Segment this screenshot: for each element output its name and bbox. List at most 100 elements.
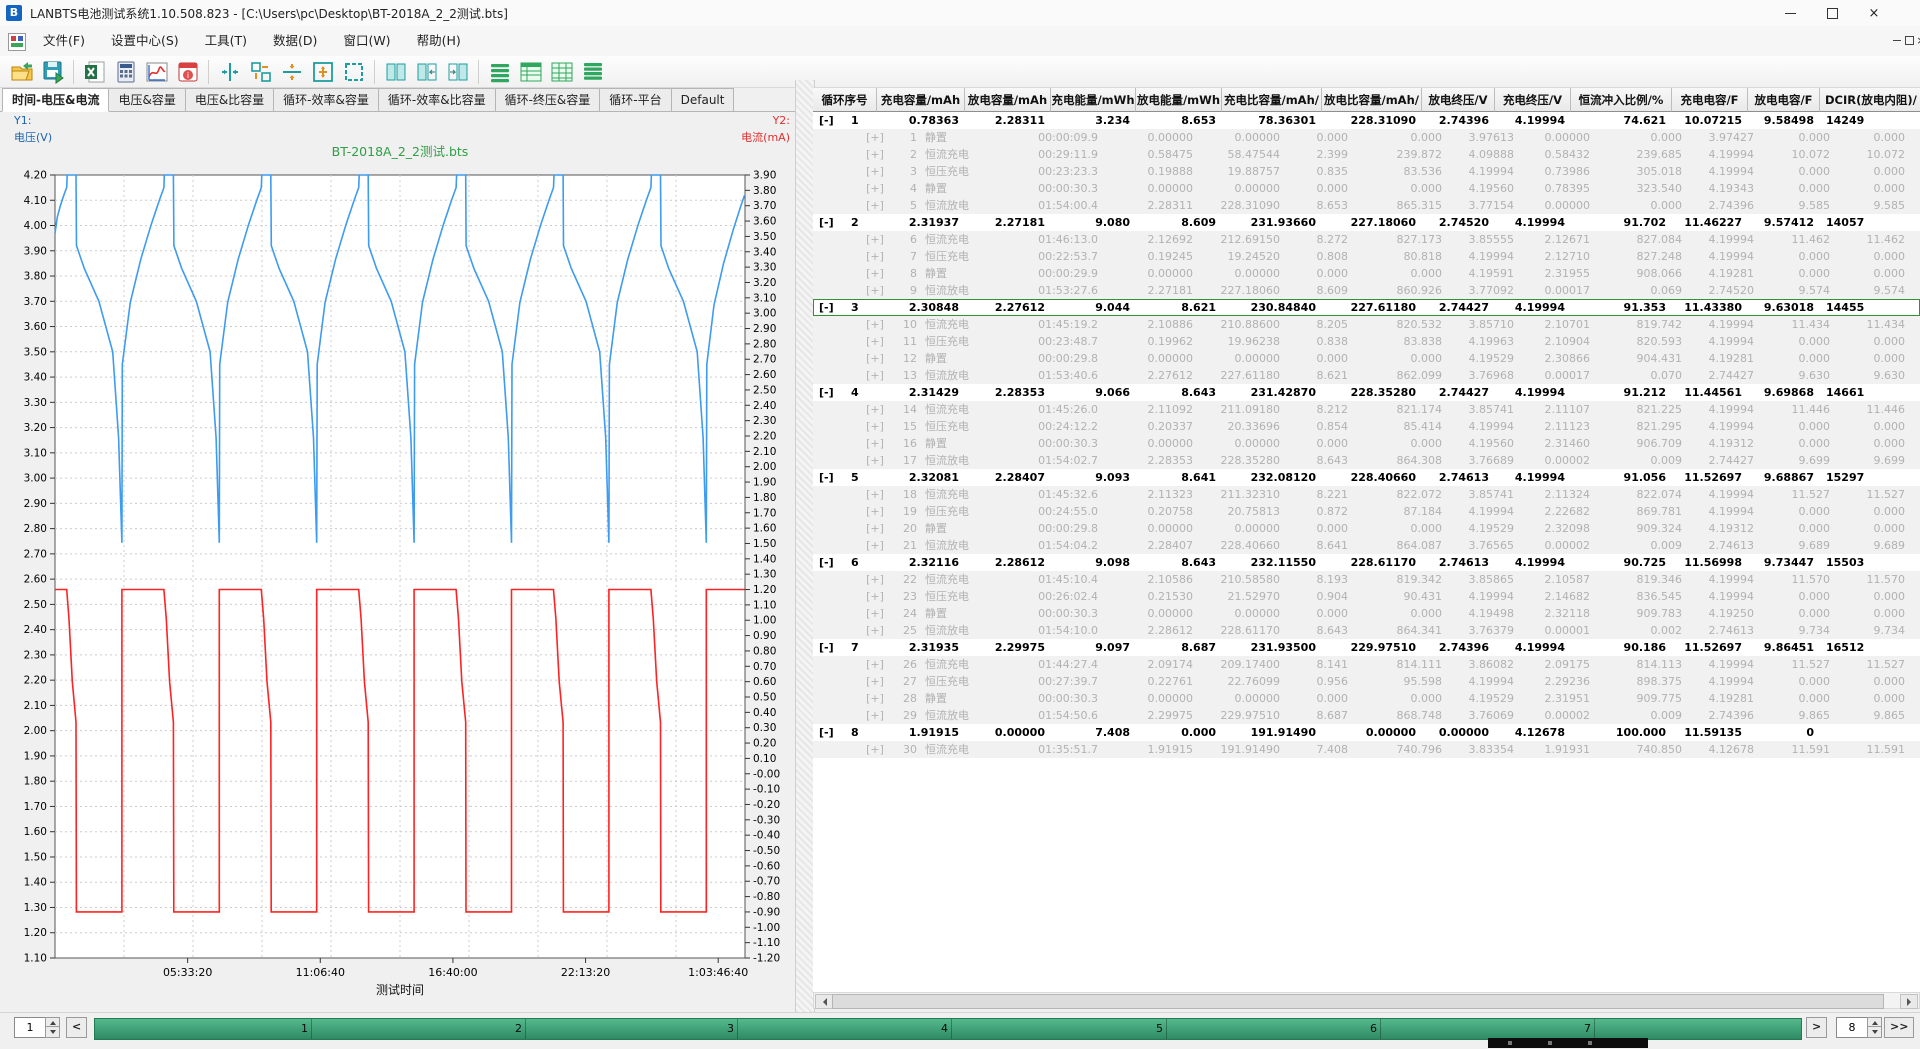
expand-icon[interactable]: [+] bbox=[863, 537, 887, 554]
restore-icon[interactable] bbox=[1812, 0, 1852, 26]
minimize-icon[interactable] bbox=[1770, 0, 1810, 26]
step-row[interactable]: [+]21恒流放电01:54:04.22.28407228.406608.641… bbox=[813, 537, 1920, 554]
left-cycle-spinner[interactable]: 1 bbox=[14, 1017, 46, 1038]
tab-default[interactable]: Default bbox=[671, 88, 735, 112]
step-row[interactable]: [+]19恒压充电00:24:55.00.2075820.758130.8728… bbox=[813, 503, 1920, 520]
expand-icon[interactable]: [+] bbox=[863, 248, 887, 265]
expand-icon[interactable]: [+] bbox=[863, 673, 887, 690]
collapse-icon[interactable]: [-] bbox=[819, 112, 841, 129]
step-row[interactable]: [+]25恒流放电01:54:10.02.28612228.611708.643… bbox=[813, 622, 1920, 639]
step-row[interactable]: [+]15恒压充电00:24:12.20.2033720.336960.8548… bbox=[813, 418, 1920, 435]
expand-icon[interactable]: [+] bbox=[863, 520, 887, 537]
scroll-left-icon[interactable] bbox=[815, 994, 833, 1009]
step-row[interactable]: [+]3恒压充电00:23:23.30.1988819.887570.83583… bbox=[813, 163, 1920, 180]
tab-1[interactable]: 电压&容量 bbox=[108, 88, 185, 112]
header-cell-9[interactable]: 恒流冲入比例/% bbox=[1571, 88, 1672, 112]
step-row[interactable]: [+]27恒压充电00:27:39.70.2276122.760990.9569… bbox=[813, 673, 1920, 690]
header-cell-8[interactable]: 充电终压/V bbox=[1495, 88, 1571, 112]
expand-icon[interactable]: [+] bbox=[863, 690, 887, 707]
expand-icon[interactable]: [+] bbox=[863, 350, 887, 367]
header-cell-3[interactable]: 充电能量/mWh bbox=[1051, 88, 1136, 112]
table-horizontal-scrollbar[interactable] bbox=[813, 992, 1920, 1009]
step-row[interactable]: [+]10恒流充电01:45:19.22.10886210.886008.205… bbox=[813, 316, 1920, 333]
step-row[interactable]: [+]22恒流充电01:45:10.42.10586210.585808.193… bbox=[813, 571, 1920, 588]
last-page-button[interactable]: >> bbox=[1884, 1017, 1914, 1038]
cycle-row[interactable]: [-]81.919150.000007.4080.000191.914900.0… bbox=[813, 724, 1920, 741]
scroll-right-icon[interactable] bbox=[1900, 994, 1918, 1009]
doc-close-icon[interactable]: × bbox=[1908, 30, 1920, 50]
step-row[interactable]: [+]14恒流充电01:45:26.02.11092211.091808.212… bbox=[813, 401, 1920, 418]
cycle-row[interactable]: [-]22.319372.271819.0808.609231.93660227… bbox=[813, 214, 1920, 231]
header-cell-2[interactable]: 放电容量/mAh bbox=[965, 88, 1051, 112]
tab-6[interactable]: 循环-平台 bbox=[599, 88, 671, 112]
right-cycle-spinner[interactable]: 8 bbox=[1836, 1017, 1868, 1038]
right-spinner-down-icon[interactable] bbox=[1867, 1026, 1882, 1038]
step-row[interactable]: [+]18恒流充电01:45:32.62.11323211.323108.221… bbox=[813, 486, 1920, 503]
step-row[interactable]: [+]26恒流充电01:44:27.42.09174209.174008.141… bbox=[813, 656, 1920, 673]
expand-icon[interactable]: [+] bbox=[863, 503, 887, 520]
next-page-button[interactable]: > bbox=[1806, 1017, 1827, 1038]
expand-icon[interactable]: [+] bbox=[863, 367, 887, 384]
cycle-row[interactable]: [-]32.308482.276129.0448.621230.84840227… bbox=[813, 299, 1920, 316]
cycle-row[interactable]: [-]52.320812.284079.0938.641232.08120228… bbox=[813, 469, 1920, 486]
expand-icon[interactable]: [+] bbox=[863, 146, 887, 163]
collapse-icon[interactable]: [-] bbox=[819, 214, 841, 231]
expand-icon[interactable]: [+] bbox=[863, 571, 887, 588]
step-row[interactable]: [+]5恒流放电01:54:00.42.28311228.310908.6538… bbox=[813, 197, 1920, 214]
step-row[interactable]: [+]1静置00:00:09.90.000000.000000.0000.000… bbox=[813, 129, 1920, 146]
expand-icon[interactable]: [+] bbox=[863, 282, 887, 299]
cycle-row[interactable]: [-]42.314292.283539.0668.643231.42870228… bbox=[813, 384, 1920, 401]
header-cell-10[interactable]: 充电电容/F bbox=[1672, 88, 1748, 112]
collapse-icon[interactable]: [-] bbox=[819, 469, 841, 486]
tab-2[interactable]: 电压&比容量 bbox=[185, 88, 274, 112]
collapse-icon[interactable]: [-] bbox=[819, 554, 841, 571]
header-cell-5[interactable]: 充电比容量/mAh/ bbox=[1222, 88, 1322, 112]
step-row[interactable]: [+]8静置00:00:29.90.000000.000000.0000.000… bbox=[813, 265, 1920, 282]
step-row[interactable]: [+]11恒压充电00:23:48.70.1996219.962380.8388… bbox=[813, 333, 1920, 350]
step-row[interactable]: [+]24静置00:00:30.30.000000.000000.0000.00… bbox=[813, 605, 1920, 622]
header-cell-11[interactable]: 放电电容/F bbox=[1748, 88, 1820, 112]
cycle-range-bar[interactable]: 1234567 bbox=[94, 1018, 1802, 1040]
expand-icon[interactable]: [+] bbox=[863, 129, 887, 146]
expand-icon[interactable]: [+] bbox=[863, 401, 887, 418]
header-cell-1[interactable]: 充电容量/mAh bbox=[877, 88, 965, 112]
tab-0[interactable]: 时间-电压&电流 bbox=[2, 88, 109, 112]
step-row[interactable]: [+]20静置00:00:29.80.000000.000000.0000.00… bbox=[813, 520, 1920, 537]
cycle-row[interactable]: [-]72.319352.299759.0978.687231.93500229… bbox=[813, 639, 1920, 656]
step-row[interactable]: [+]16静置00:00:30.30.000000.000000.0000.00… bbox=[813, 435, 1920, 452]
expand-icon[interactable]: [+] bbox=[863, 163, 887, 180]
step-row[interactable]: [+]9恒流放电01:53:27.62.27181227.180608.6098… bbox=[813, 282, 1920, 299]
left-spinner-down-icon[interactable] bbox=[45, 1026, 60, 1038]
step-row[interactable]: [+]29恒流放电01:54:50.62.29975229.975108.687… bbox=[813, 707, 1920, 724]
expand-icon[interactable]: [+] bbox=[863, 265, 887, 282]
expand-icon[interactable]: [+] bbox=[863, 197, 887, 214]
expand-icon[interactable]: [+] bbox=[863, 231, 887, 248]
step-row[interactable]: [+]12静置00:00:29.80.000000.000000.0000.00… bbox=[813, 350, 1920, 367]
step-row[interactable]: [+]23恒压充电00:26:02.40.2153021.529700.9049… bbox=[813, 588, 1920, 605]
expand-icon[interactable]: [+] bbox=[863, 435, 887, 452]
expand-icon[interactable]: [+] bbox=[863, 605, 887, 622]
header-cell-7[interactable]: 放电终压/V bbox=[1422, 88, 1495, 112]
expand-icon[interactable]: [+] bbox=[863, 333, 887, 350]
step-row[interactable]: [+]7恒压充电00:22:53.70.1924519.245200.80880… bbox=[813, 248, 1920, 265]
header-cell-6[interactable]: 放电比容量/mAh/ bbox=[1322, 88, 1422, 112]
expand-icon[interactable]: [+] bbox=[863, 418, 887, 435]
expand-icon[interactable]: [+] bbox=[863, 622, 887, 639]
expand-icon[interactable]: [+] bbox=[863, 588, 887, 605]
tab-3[interactable]: 循环-效率&容量 bbox=[273, 88, 379, 112]
expand-icon[interactable]: [+] bbox=[863, 316, 887, 333]
header-cell-12[interactable]: DCIR(放电内阻)/ bbox=[1820, 88, 1920, 112]
cycle-row[interactable]: [-]10.783632.283113.2348.65378.36301228.… bbox=[813, 112, 1920, 129]
step-row[interactable]: [+]6恒流充电01:46:13.02.12692212.691508.2728… bbox=[813, 231, 1920, 248]
step-row[interactable]: [+]30恒流充电01:35:51.71.91915191.914907.408… bbox=[813, 741, 1920, 758]
cycle-row[interactable]: [-]62.321162.286129.0988.643232.11550228… bbox=[813, 554, 1920, 571]
collapse-icon[interactable]: [-] bbox=[819, 299, 841, 316]
tab-5[interactable]: 循环-终压&容量 bbox=[495, 88, 601, 112]
panel-splitter[interactable] bbox=[795, 80, 815, 1012]
expand-icon[interactable]: [+] bbox=[863, 452, 887, 469]
step-row[interactable]: [+]13恒流放电01:53:40.62.27612227.611808.621… bbox=[813, 367, 1920, 384]
tab-4[interactable]: 循环-效率&比容量 bbox=[378, 88, 496, 112]
step-row[interactable]: [+]2恒流充电00:29:11.90.5847558.475442.39923… bbox=[813, 146, 1920, 163]
expand-icon[interactable]: [+] bbox=[863, 486, 887, 503]
expand-icon[interactable]: [+] bbox=[863, 741, 887, 758]
